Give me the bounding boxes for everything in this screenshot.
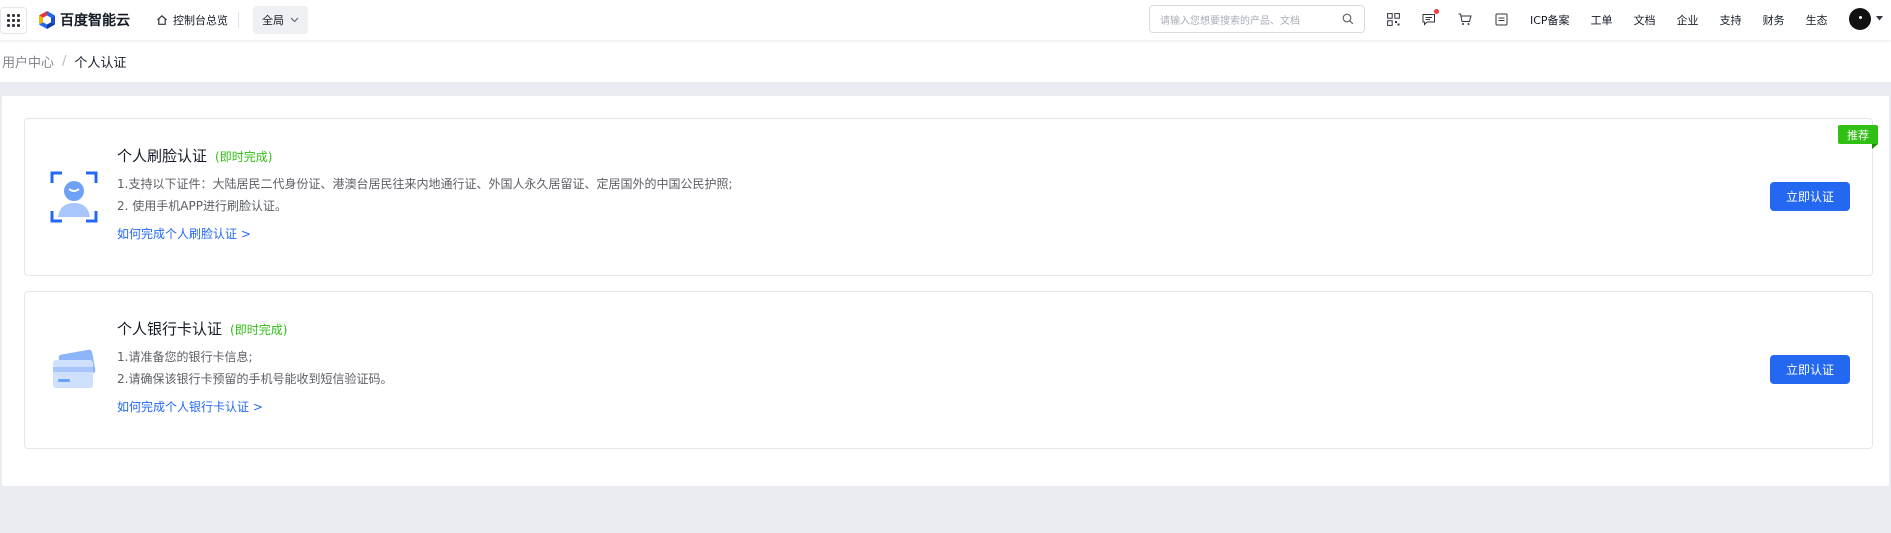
instant-tag: (即时完成)	[230, 323, 288, 337]
instant-tag: (即时完成)	[215, 150, 273, 164]
region-label: 全局	[262, 14, 284, 27]
breadcrumb: 用户中心 / 个人认证	[0, 40, 1891, 82]
toolbar-icons	[1385, 9, 1529, 27]
description-line: 1.请准备您的银行卡信息;	[117, 350, 253, 364]
breadcrumb-user-center[interactable]: 用户中心	[2, 52, 54, 71]
chevron-down-icon	[290, 17, 299, 23]
brand-name: 百度智能云	[60, 13, 130, 29]
badge-tail	[1872, 144, 1878, 149]
message-icon[interactable]	[1421, 9, 1439, 27]
face-card-title-row: 个人刷脸认证 (即时完成)	[117, 145, 272, 166]
top-link-icp[interactable]: ICP备案	[1530, 12, 1570, 28]
main-panel: 个人刷脸认证 (即时完成) 1.支持以下证件：大陆居民二代身份证、港澳台居民往来…	[2, 96, 1889, 486]
description-line: 2.请确保该银行卡预留的手机号能收到短信验证码。	[117, 372, 393, 386]
app-menu-button[interactable]	[0, 6, 27, 34]
card-description: 1.支持以下证件：大陆居民二代身份证、港澳台居民往来内地通行证、外国人永久居留证…	[117, 173, 733, 217]
console-home-link[interactable]: 控制台总览	[156, 12, 228, 28]
face-verification-card: 个人刷脸认证 (即时完成) 1.支持以下证件：大陆居民二代身份证、港澳台居民往来…	[24, 118, 1878, 276]
bill-icon[interactable]	[1493, 11, 1509, 27]
top-link-docs[interactable]: 文档	[1634, 12, 1656, 28]
recommended-badge: 推荐	[1838, 125, 1878, 144]
card-description: 1.请准备您的银行卡信息; 2.请确保该银行卡预留的手机号能收到短信验证码。	[117, 346, 392, 390]
search-icon[interactable]	[1342, 13, 1354, 25]
bank-card-verification-card: 个人银行卡认证 (即时完成) 1.请准备您的银行卡信息; 2.请确保该银行卡预留…	[24, 291, 1873, 449]
description-line: 2. 使用手机APP进行刷脸认证。	[117, 199, 287, 213]
top-link-enterprise[interactable]: 企业	[1677, 12, 1699, 28]
breadcrumb-current: 个人认证	[74, 55, 127, 71]
cart-icon[interactable]	[1457, 11, 1473, 27]
caret-down-icon[interactable]	[1876, 16, 1883, 21]
unread-dot	[1434, 9, 1439, 14]
bank-card-howto-link[interactable]: 如何完成个人银行卡认证 >	[117, 398, 263, 415]
qrcode-icon[interactable]	[1385, 11, 1401, 27]
top-link-support[interactable]: 支持	[1720, 12, 1742, 28]
card-title: 个人刷脸认证	[117, 147, 208, 165]
bank-card-icon	[50, 344, 98, 396]
baidu-cloud-logo-icon	[39, 11, 55, 29]
top-navigation-bar: 百度智能云 控制台总览 全局 请输入您想要搜索的产品、文档 ICP备案 工单 文…	[0, 0, 1891, 40]
description-line: 1.支持以下证件：大陆居民二代身份证、港澳台居民往来内地通行证、外国人永久居留证…	[117, 177, 733, 191]
avatar[interactable]	[1849, 8, 1871, 30]
bank-card-title-row: 个人银行卡认证 (即时完成)	[117, 318, 287, 339]
top-link-ticket[interactable]: 工单	[1591, 12, 1613, 28]
global-search-input[interactable]: 请输入您想要搜索的产品、文档	[1149, 5, 1365, 33]
top-link-finance[interactable]: 财务	[1763, 12, 1785, 28]
home-icon	[157, 14, 167, 25]
search-placeholder: 请输入您想要搜索的产品、文档	[1160, 15, 1300, 27]
card-title: 个人银行卡认证	[117, 320, 223, 338]
nav-divider	[238, 12, 239, 28]
region-selector[interactable]: 全局	[253, 6, 308, 34]
console-home-label: 控制台总览	[173, 14, 228, 27]
brand-logo[interactable]: 百度智能云	[39, 10, 130, 30]
face-verify-button[interactable]: 立即认证	[1770, 182, 1850, 211]
face-scan-icon	[50, 171, 98, 223]
breadcrumb-separator: /	[62, 53, 67, 69]
top-links: ICP备案 工单 文档 企业 支持 财务 生态	[1530, 0, 1849, 40]
grid-icon	[7, 13, 20, 27]
bank-card-verify-button[interactable]: 立即认证	[1770, 355, 1850, 384]
top-link-ecosystem[interactable]: 生态	[1806, 12, 1828, 28]
face-howto-link[interactable]: 如何完成个人刷脸认证 >	[117, 225, 251, 242]
